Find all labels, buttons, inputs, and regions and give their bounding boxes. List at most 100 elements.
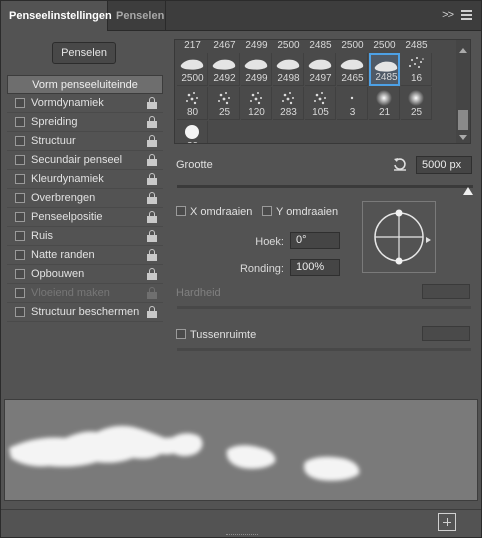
scroll-thumb[interactable] [458, 110, 468, 130]
size-slider-thumb[interactable] [463, 187, 473, 195]
lock-icon[interactable] [147, 230, 157, 242]
reset-icon[interactable] [393, 157, 407, 171]
sidebar-item-checkbox[interactable] [15, 193, 25, 203]
new-brush-icon[interactable] [438, 513, 456, 531]
brush-preset-number: 2497 [309, 73, 332, 84]
brush-preset-cell[interactable]: 2499 [241, 53, 272, 86]
brush-preset-cell[interactable]: 120 [241, 87, 272, 120]
scroll-up-icon[interactable] [459, 48, 467, 53]
size-slider[interactable] [177, 185, 473, 188]
sidebar-item-checkbox[interactable] [15, 136, 25, 146]
sidebar-item-label: Vormdynamiek [31, 97, 104, 109]
brush-preset-cell[interactable]: 16 [401, 53, 432, 86]
hardness-label: Hardheid [176, 287, 221, 299]
tab-brushes[interactable]: Penselen [108, 1, 166, 31]
hamburger-menu-icon[interactable] [461, 10, 472, 20]
flip-y-checkbox[interactable] [262, 206, 272, 216]
lock-icon[interactable] [147, 249, 157, 261]
lock-icon[interactable] [147, 306, 157, 318]
sidebar-item-checkbox [15, 288, 25, 298]
flip-y-option[interactable]: Y omdraaien [262, 206, 338, 218]
brush-preset-cell[interactable]: 283 [273, 87, 304, 120]
brush-preset-number: 30 [177, 141, 208, 143]
brushes-button[interactable]: Penselen [52, 42, 116, 64]
sidebar-item-opbouwen[interactable]: Opbouwen [7, 265, 163, 284]
sidebar-item-structuur[interactable]: Structuur [7, 132, 163, 151]
roundness-input[interactable]: 100% [290, 259, 340, 276]
brush-preset-cell[interactable]: 25 [209, 87, 240, 120]
angle-roundness-widget[interactable] [362, 201, 436, 273]
spacing-option[interactable]: Tussenruimte [176, 329, 256, 341]
tab-brush-settings[interactable]: Penseelinstellingen [1, 1, 112, 31]
tab-bar: Penseelinstellingen Penselen >> [1, 1, 481, 31]
spacing-slider [177, 348, 471, 351]
brush-preset-number: 2465 [341, 73, 364, 84]
sidebar-item-spreiding[interactable]: Spreiding [7, 113, 163, 132]
brush-preset-cell[interactable]: 2485 [369, 53, 400, 86]
sidebar-item-checkbox[interactable] [15, 174, 25, 184]
brush-preset-cell[interactable]: 80 [177, 87, 208, 120]
brush-preset-number: 2492 [213, 73, 236, 84]
sidebar-item-checkbox[interactable] [15, 269, 25, 279]
brush-preset-cell[interactable]: 2492 [209, 53, 240, 86]
sidebar-item-label: Vloeiend maken [31, 287, 110, 299]
lock-icon[interactable] [147, 173, 157, 185]
panel-resize-grip[interactable] [226, 534, 258, 537]
sidebar-item-brush-tip-shape[interactable]: Vorm penseeluiteinde [7, 75, 163, 94]
sidebar-item-label: Natte randen [31, 249, 95, 261]
brush-preset-number: 16 [410, 73, 423, 84]
sidebar-item-structuur-beschermen[interactable]: Structuur beschermen [7, 303, 163, 322]
sidebar-item-kleurdynamiek[interactable]: Kleurdynamiek [7, 170, 163, 189]
sidebar-item-checkbox[interactable] [15, 155, 25, 165]
angle-arrow-icon [426, 237, 431, 243]
sidebar-item-checkbox[interactable] [15, 117, 25, 127]
spacing-label: Tussenruimte [190, 329, 257, 341]
sidebar-item-checkbox[interactable] [15, 212, 25, 222]
double-chevron-right-icon[interactable]: >> [442, 9, 454, 21]
brush-preset-cell[interactable]: 3 [337, 87, 368, 120]
bottom-bar [1, 509, 481, 537]
sidebar-item-penseelpositie[interactable]: Penseelpositie [7, 208, 163, 227]
brush-preset-number: 2500 [373, 40, 396, 51]
roundness-label: Ronding: [239, 263, 284, 275]
lock-icon[interactable] [147, 211, 157, 223]
brush-grid-scrollbar[interactable] [456, 40, 470, 143]
sidebar-item-secundair-penseel[interactable]: Secundair penseel [7, 151, 163, 170]
sidebar-item-ruis[interactable]: Ruis [7, 227, 163, 246]
lock-icon[interactable] [147, 268, 157, 280]
spacing-checkbox[interactable] [176, 329, 186, 339]
flip-x-option[interactable]: X omdraaien [176, 206, 252, 218]
angle-input[interactable]: 0° [290, 232, 340, 249]
brush-preset-number: 283 [280, 107, 297, 118]
sidebar-item-vloeiend-maken: Vloeiend maken [7, 284, 163, 303]
sidebar-item-checkbox[interactable] [15, 98, 25, 108]
brush-preset-cell[interactable]: 105 [305, 87, 336, 120]
lock-icon[interactable] [147, 97, 157, 109]
brush-preset-cell[interactable]: 2500 [177, 53, 208, 86]
lock-icon[interactable] [147, 135, 157, 147]
lock-icon[interactable] [147, 116, 157, 128]
flip-x-checkbox[interactable] [176, 206, 186, 216]
lock-icon[interactable] [147, 154, 157, 166]
size-input[interactable]: 5000 px [416, 156, 472, 174]
sidebar-item-checkbox[interactable] [15, 250, 25, 260]
brush-preset-cell[interactable]: 25 [401, 87, 432, 120]
sidebar-item-vormdynamiek[interactable]: Vormdynamiek [7, 94, 163, 113]
sidebar-item-label: Structuur beschermen [31, 306, 140, 318]
brush-settings-panel: Penseelinstellingen Penselen >> Penselen… [0, 0, 482, 538]
brush-options-sidebar: Vorm penseeluiteinde Vormdynamiek Spreidi… [7, 75, 163, 322]
sidebar-item-label: Kleurdynamiek [31, 173, 104, 185]
brush-preset-cell[interactable]: 2498 [273, 53, 304, 86]
brush-preset-cell[interactable]: 2497 [305, 53, 336, 86]
sidebar-item-checkbox[interactable] [15, 231, 25, 241]
brush-preset-cell[interactable]: 21 [369, 87, 400, 120]
sidebar-item-overbrengen[interactable]: Overbrengen [7, 189, 163, 208]
sidebar-item-natte-randen[interactable]: Natte randen [7, 246, 163, 265]
lock-icon[interactable] [147, 192, 157, 204]
hardness-input [422, 284, 470, 299]
brush-preset-cell[interactable]: 30 [177, 121, 208, 143]
scroll-down-icon[interactable] [459, 135, 467, 140]
brush-preset-cell[interactable]: 2465 [337, 53, 368, 86]
spacing-input [422, 326, 470, 341]
sidebar-item-checkbox[interactable] [15, 307, 25, 317]
